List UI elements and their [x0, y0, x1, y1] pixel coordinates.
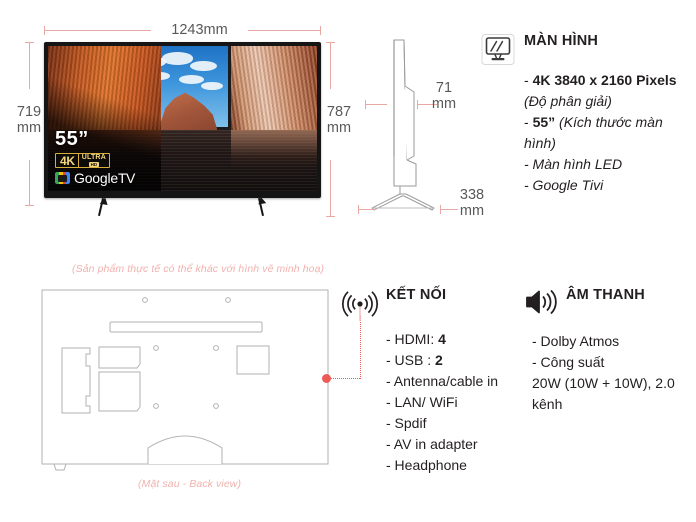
google-tv-badge: GoogleTV [55, 171, 135, 185]
back-view-caption: (Mặt sau - Back view) [138, 478, 242, 490]
width-dimension-line [44, 26, 151, 35]
audio-spec-item: kênh [532, 396, 563, 412]
connectivity-spec-item: - HDMI: 4 [386, 331, 446, 347]
canyon-wall-right [230, 46, 317, 131]
display-spec-item: - 4K 3840 x 2160 Pixels (Độ phân giải) [524, 72, 677, 109]
audio-spec-block: ÂM THANH - Dolby Atmos - Công suất 20W (… [524, 286, 692, 415]
connectivity-spec-item: - Headphone [386, 457, 467, 473]
display-spec-item: - 55” (Kích thước màn hình) [524, 114, 663, 151]
audio-spec-title: ÂM THANH [566, 287, 645, 303]
tv-stand-leg-right [257, 198, 265, 216]
display-spec-title: MÀN HÌNH [524, 33, 599, 49]
depth-dimension-label: 71 mm [431, 80, 457, 112]
connectivity-spec-item: - AV in adapter [386, 436, 478, 452]
product-spec-sheet: 1243mm 719 mm 787 mm 55” 4K ULTRA HD Goo… [0, 0, 696, 522]
connectivity-spec-item: - Spdif [386, 415, 427, 431]
connectivity-spec-title: KẾT NỐI [386, 287, 447, 303]
display-spec-list: - 4K 3840 x 2160 Pixels (Độ phân giải) -… [524, 70, 692, 196]
tv-front-view: 55” 4K ULTRA HD GoogleTV [44, 42, 321, 198]
screen-badges: 55” 4K ULTRA HD GoogleTV [55, 127, 135, 185]
display-spec-item: - Màn hình LED [524, 156, 623, 172]
display-spec-item: - Google Tivi [524, 177, 604, 193]
4k-badge-text: 4K [60, 153, 75, 168]
tv-stand-leg-left [97, 198, 105, 216]
width-dimension-label: 1243mm [171, 22, 228, 38]
disclaimer-caption: (Sản phẩm thực tế có thể khác với hình v… [72, 263, 325, 275]
google-word: Google [74, 170, 118, 186]
tv-back-view [40, 288, 330, 473]
google-tv-label: GoogleTV [74, 171, 135, 185]
audio-spec-item: 20W (10W + 10W), 2.0 [532, 375, 675, 391]
signal-waves-icon [341, 287, 379, 328]
audio-spec-item: - Dolby Atmos [532, 333, 620, 349]
left-height-dimension-line-lower [25, 160, 34, 206]
right-height-dimension-line [326, 42, 335, 89]
google-tv-mark-icon [55, 172, 70, 184]
stand-depth-dimension-line-left [358, 205, 376, 214]
4k-ultra-hd-badge: 4K ULTRA HD [55, 153, 110, 168]
right-height-dimension-line-lower [326, 160, 335, 217]
connectivity-spec-item: - Antenna/cable in [386, 373, 499, 389]
monitor-icon [480, 33, 516, 71]
connectivity-spec-block: KẾT NỐI - HDMI: 4 - USB : 2 - Antenna/ca… [341, 286, 512, 476]
connectivity-spec-item: - USB : 2 [386, 352, 443, 368]
tv-screen-image: 55” 4K ULTRA HD GoogleTV [48, 46, 317, 191]
left-height-dimension-line [25, 42, 34, 89]
display-spec-block: MÀN HÌNH - 4K 3840 x 2160 Pixels (Độ phâ… [480, 32, 692, 196]
audio-spec-list: - Dolby Atmos - Công suất 20W (10W + 10W… [532, 331, 692, 415]
screen-size-label: 55” [55, 127, 89, 150]
tv-word: TV [117, 170, 135, 186]
ultra-badge-text: ULTRA [81, 154, 106, 161]
connectivity-spec-item: - LAN/ WiFi [386, 394, 458, 410]
width-dimension-line-right [248, 26, 321, 35]
canyon-wall-left [48, 46, 161, 131]
hd-badge-text: HD [88, 162, 100, 167]
audio-spec-item: - Công suất [532, 354, 605, 370]
depth-dimension-line-left [365, 100, 387, 109]
connectivity-spec-list: - HDMI: 4 - USB : 2 - Antenna/cable in -… [386, 329, 512, 476]
speaker-icon [524, 288, 558, 321]
